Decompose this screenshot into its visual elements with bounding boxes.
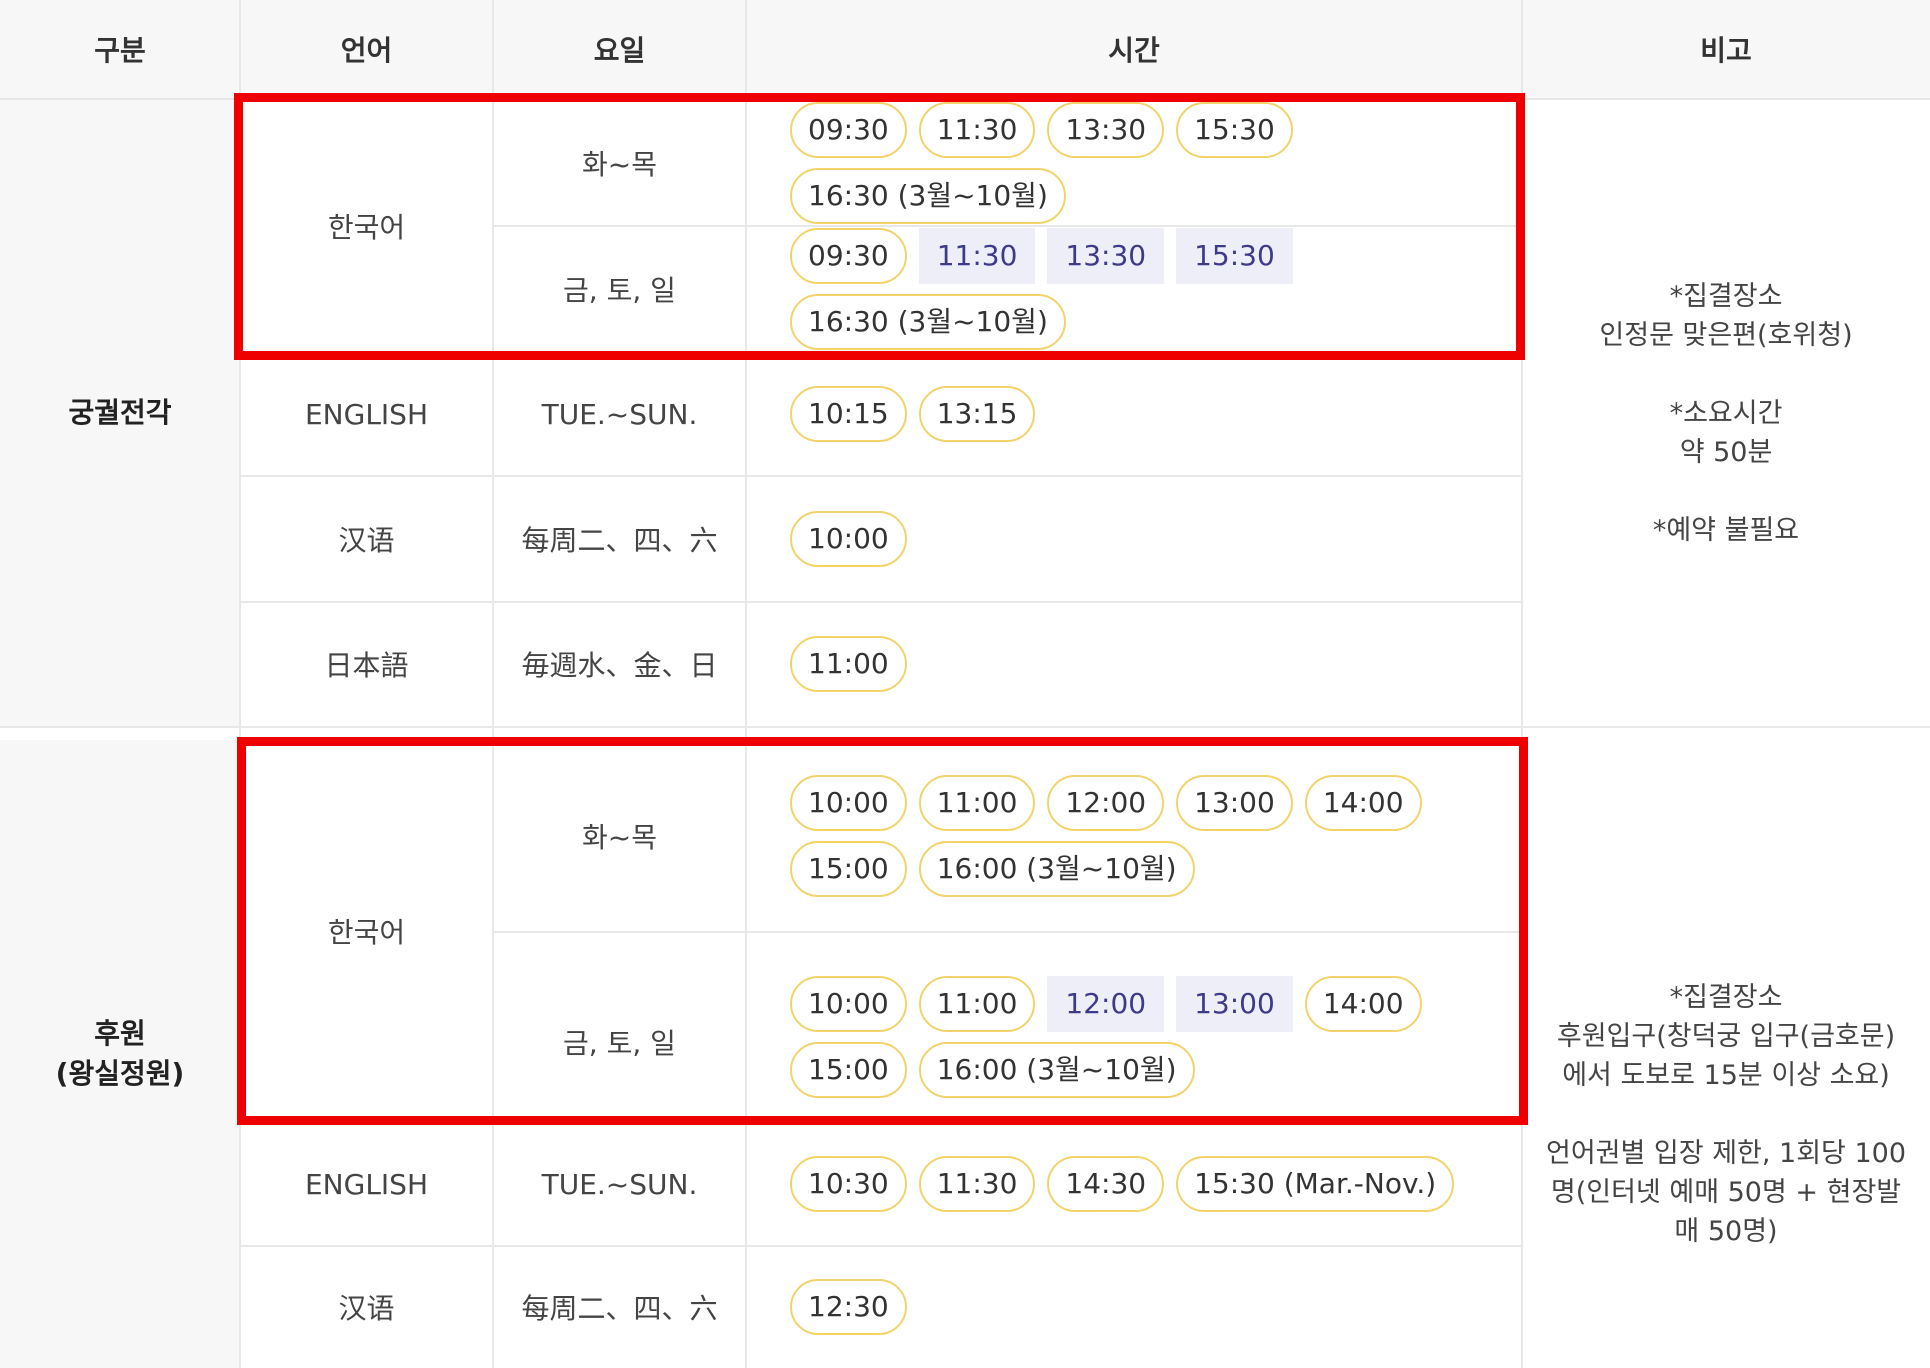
highlight-box-palace-korean — [234, 93, 1525, 360]
category-palace: 궁궐전각 — [0, 100, 240, 726]
lang-palace-english: ENGLISH — [304, 397, 429, 431]
time-slot: 12:30 — [790, 1279, 907, 1335]
tour-schedule-table: 구분 언어 요일 시간 비고 궁궐전각 후원 (왕실정원) *집결장소 인정문 … — [0, 0, 1930, 1368]
note-garden: *집결장소 후원입구(창덕궁 입구(금호문) 에서 도보로 15분 이상 소요)… — [1545, 981, 1907, 1247]
category-garden: 후원 (왕실정원) — [0, 740, 240, 1368]
highlight-box-garden-korean — [237, 737, 1528, 1125]
time-slot: 13:15 — [918, 386, 1036, 442]
times-garden-row3: 10:30 11:30 14:30 15:30 (Mar.-Nov.) — [746, 1122, 1522, 1246]
time-slot: 10:15 — [790, 386, 907, 442]
lang-palace-chinese: 汉语 — [338, 524, 395, 557]
time-slot: 14:30 — [1047, 1156, 1165, 1212]
time-slot: 15:30 (Mar.-Nov.) — [1176, 1156, 1455, 1212]
header-note: 비고 — [1522, 0, 1930, 100]
times-palace-row5: 11:00 — [746, 602, 1522, 726]
note-palace: *집결장소 인정문 맞은편(호위청) *소요시간 약 50분 *예약 불필요 — [1599, 280, 1853, 546]
header-day: 요일 — [493, 0, 746, 100]
header-language: 언어 — [240, 0, 493, 100]
time-slot: 11:00 — [790, 636, 907, 692]
times-palace-row3: 10:15 13:15 — [746, 352, 1522, 476]
time-slot: 11:30 — [918, 1156, 1036, 1212]
lang-palace-japanese: 日本語 — [324, 649, 409, 682]
day-palace-row5: 毎週水、金、日 — [521, 649, 718, 682]
lang-garden-chinese: 汉语 — [338, 1292, 395, 1325]
times-palace-row4: 10:00 — [746, 476, 1522, 602]
day-garden-row4: 每周二、四、六 — [521, 1292, 718, 1325]
times-garden-row4: 12:30 — [746, 1246, 1522, 1368]
day-garden-row3: TUE.~SUN. — [541, 1167, 698, 1201]
header-category: 구분 — [0, 0, 240, 100]
header-time: 시간 — [746, 0, 1522, 100]
time-slot: 10:30 — [790, 1156, 907, 1212]
day-palace-row4: 每周二、四、六 — [521, 524, 718, 557]
time-slot: 10:00 — [790, 511, 907, 567]
day-palace-row3: TUE.~SUN. — [541, 397, 698, 431]
lang-garden-english: ENGLISH — [304, 1167, 429, 1201]
